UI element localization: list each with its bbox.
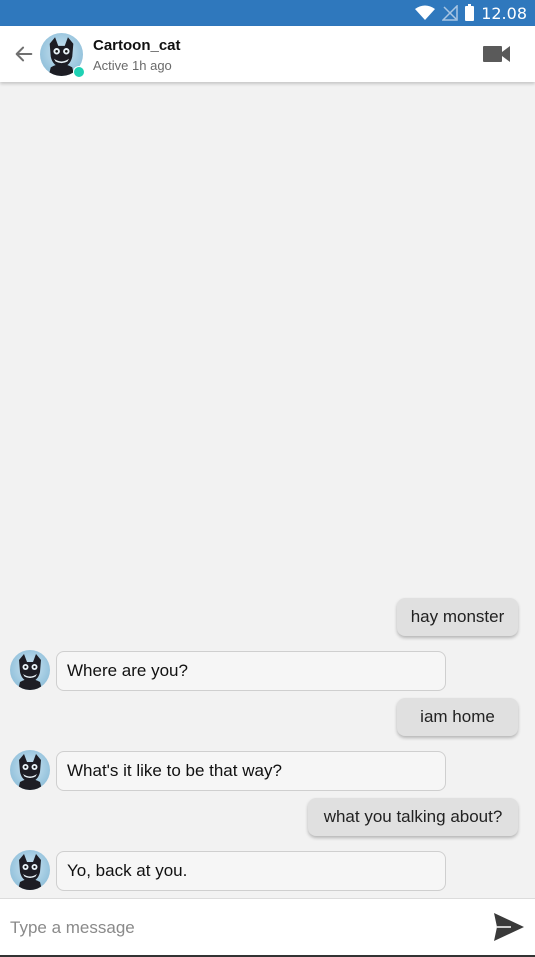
back-button[interactable] xyxy=(10,40,38,68)
message-input[interactable] xyxy=(0,899,470,956)
online-indicator xyxy=(73,66,85,78)
sender-avatar[interactable] xyxy=(10,750,50,790)
outgoing-message[interactable]: hay monster xyxy=(397,598,518,636)
video-camera-icon xyxy=(483,46,510,62)
battery-icon xyxy=(465,3,475,21)
outgoing-message[interactable]: what you talking about? xyxy=(308,798,518,836)
arrow-left-icon xyxy=(15,46,33,62)
no-signal-icon xyxy=(442,5,458,21)
contact-status: Active 1h ago xyxy=(93,58,172,73)
status-time: 12.08 xyxy=(481,3,527,23)
sender-avatar[interactable] xyxy=(10,650,50,690)
message-composer xyxy=(0,898,535,956)
status-bar: 12.08 xyxy=(0,0,535,26)
cartoon-cat-avatar-image xyxy=(18,854,42,890)
incoming-message[interactable]: What's it like to be that way? xyxy=(56,751,446,791)
incoming-message[interactable]: Where are you? xyxy=(56,651,446,691)
outgoing-message[interactable]: iam home xyxy=(397,698,518,736)
contact-name[interactable]: Cartoon_cat xyxy=(93,37,181,54)
video-call-button[interactable] xyxy=(483,44,511,64)
incoming-message[interactable]: Yo, back at you. xyxy=(56,851,446,891)
wifi-icon xyxy=(415,5,436,20)
send-button[interactable] xyxy=(493,912,525,942)
cartoon-cat-avatar-image xyxy=(18,654,42,690)
sender-avatar[interactable] xyxy=(10,850,50,890)
chat-header: Cartoon_cat Active 1h ago xyxy=(0,26,535,82)
message-list[interactable]: hay monster Where are you? iam home What… xyxy=(0,82,535,898)
send-icon xyxy=(494,913,524,941)
cartoon-cat-avatar-image xyxy=(18,754,42,790)
